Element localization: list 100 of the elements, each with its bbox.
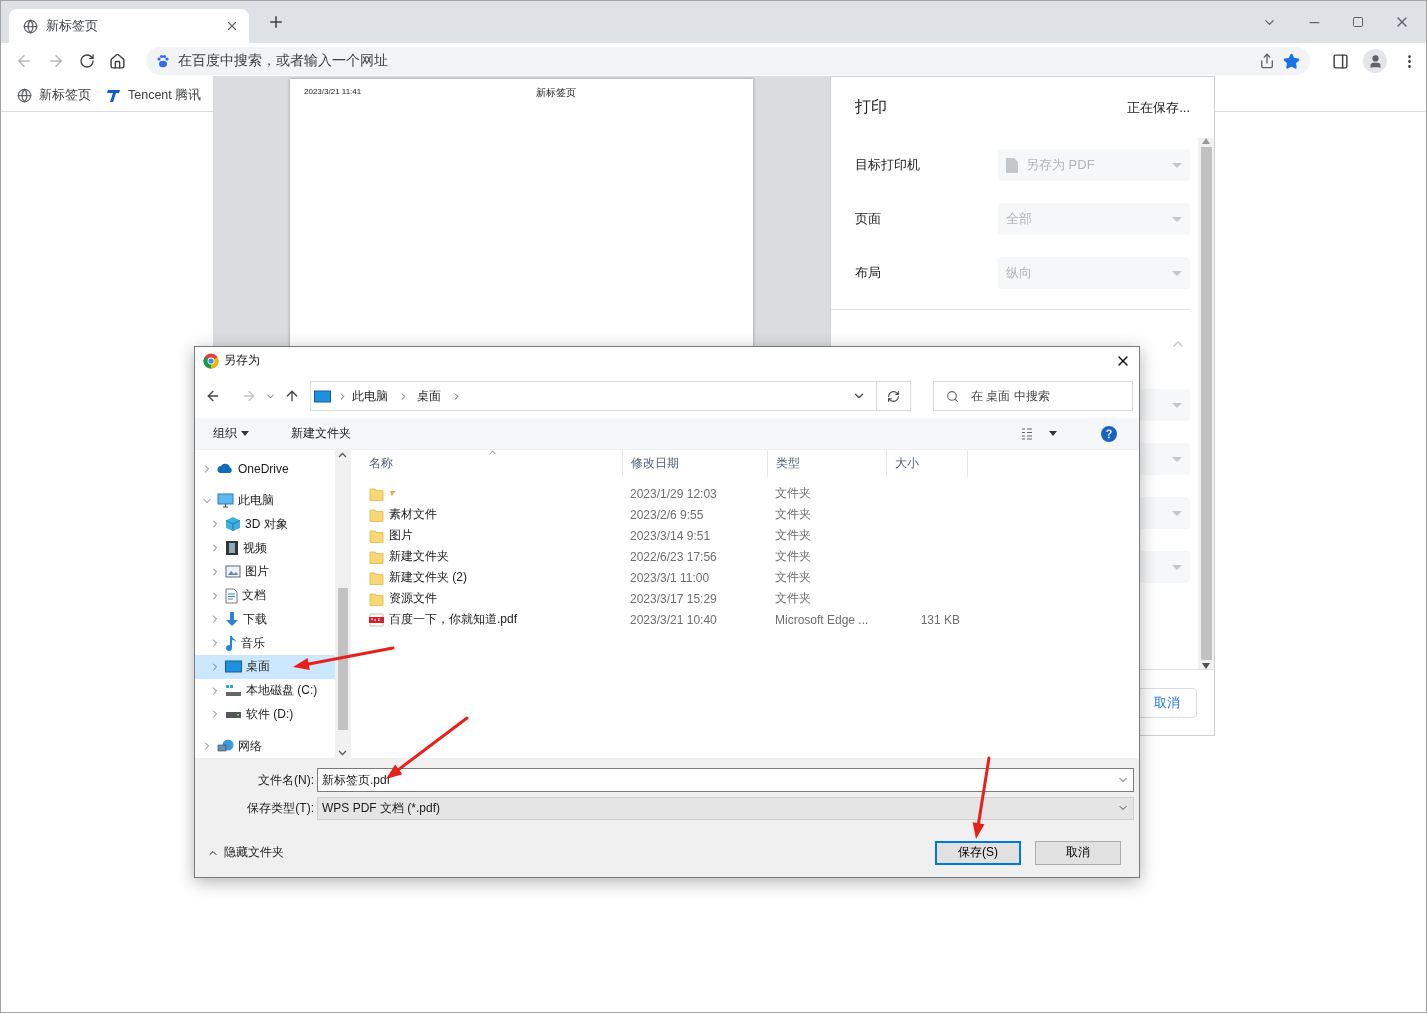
refresh-icon — [887, 389, 901, 403]
nav-item[interactable]: 网络 — [195, 734, 335, 759]
share-icon[interactable] — [1259, 53, 1275, 69]
nav-item[interactable]: 文档 — [195, 583, 335, 608]
setting-label: 目标打印机 — [855, 156, 921, 174]
file-icon — [1006, 157, 1018, 173]
file-row[interactable]: 资源文件 2023/3/17 15:29 文件夹 — [361, 588, 1139, 609]
dialog-title: 另存为 — [224, 352, 261, 369]
caret-icon — [241, 431, 249, 436]
nav-item[interactable]: 下载 — [195, 607, 335, 632]
page-date: 2023/3/21 11:41 — [304, 87, 362, 96]
document-icon — [225, 587, 238, 604]
file-row[interactable]: 新建文件夹 (2) 2023/3/1 11:00 文件夹 — [361, 567, 1139, 588]
type-cell-text: 文件夹 — [774, 527, 812, 544]
caret-icon — [1172, 564, 1182, 570]
bookmark-item[interactable]: Tencent 腾讯 — [107, 86, 202, 104]
filetype-label: 保存类型(T): — [246, 799, 315, 817]
profile-icon[interactable] — [1363, 49, 1387, 73]
type-cell-text: 文件夹 — [774, 590, 812, 607]
scroll-down-icon[interactable] — [1202, 663, 1210, 669]
nav-item[interactable]: 本地磁盘 (C:) — [195, 678, 335, 703]
caret-icon — [1172, 270, 1182, 276]
nav-item[interactable]: 此电脑 — [195, 488, 335, 513]
chrome-logo-icon — [203, 352, 219, 369]
scroll-up-icon[interactable] — [338, 452, 347, 458]
type-cell-text: 文件夹 — [774, 569, 812, 586]
nav-item[interactable]: OneDrive — [195, 457, 335, 481]
new-folder-button[interactable]: 新建文件夹 — [283, 425, 359, 442]
file-name: 素材文件 — [389, 506, 437, 523]
nav-item[interactable]: 桌面 — [195, 655, 335, 679]
type-cell-text: Microsoft Edge ... — [774, 612, 870, 627]
nav-item[interactable]: 图片 — [195, 560, 335, 584]
save-button[interactable]: 保存(S) — [935, 840, 1021, 865]
file-name: 新建文件夹 — [389, 548, 449, 565]
paw-icon — [156, 54, 170, 68]
new-tab-icon[interactable] — [267, 13, 285, 31]
date-cell-text: 2023/3/14 9:51 — [629, 528, 712, 543]
date-cell-text: 2023/3/1 11:00 — [629, 570, 711, 585]
cancel-button[interactable]: 取消 — [1137, 687, 1197, 718]
download-icon — [225, 611, 239, 628]
star-filled-icon[interactable] — [1283, 52, 1300, 70]
music-note-icon — [225, 635, 237, 652]
page-title: 新标签页 — [536, 86, 577, 100]
film-icon — [225, 540, 239, 557]
close-icon[interactable] — [225, 19, 239, 33]
breadcrumb-item[interactable]: 此电脑 — [352, 387, 388, 405]
nav-item[interactable]: 视频 — [195, 536, 335, 560]
setting-label: 布局 — [855, 264, 882, 282]
breadcrumb-item[interactable]: 桌面 — [417, 387, 441, 405]
reload-icon[interactable] — [79, 53, 95, 69]
back-icon[interactable] — [205, 388, 221, 404]
size-cell-text: 131 KB — [919, 612, 961, 627]
scroll-down-icon[interactable] — [338, 750, 347, 756]
up-icon[interactable] — [284, 388, 300, 404]
column-header[interactable]: 类型 — [768, 450, 887, 477]
cancel-button[interactable]: 取消 — [1035, 840, 1121, 865]
folder-icon — [369, 507, 384, 522]
search-field[interactable]: 在 桌面 中搜索 — [933, 381, 1133, 411]
caret-icon — [1172, 510, 1182, 516]
date-cell-text: 2023/2/6 9:55 — [629, 507, 705, 522]
date-cell-text: 2023/1/29 12:03 — [629, 486, 718, 501]
organize-menu[interactable]: 组织 — [205, 425, 257, 442]
column-header[interactable]: 大小 — [887, 450, 968, 477]
folder-icon — [369, 528, 384, 543]
caret-icon — [1172, 216, 1182, 222]
file-row[interactable]: 新建文件夹 2022/6/23 17:56 文件夹 — [361, 546, 1139, 567]
file-row[interactable]: 图片 2023/3/14 9:51 文件夹 — [361, 525, 1139, 546]
bookmark-item[interactable]: 新标签页 — [17, 86, 91, 104]
file-name: 新建文件夹 (2) — [389, 569, 467, 586]
view-options-icon[interactable] — [1022, 427, 1057, 440]
file-row[interactable]: 百度一下，你就知道.pdf 2023/3/21 10:40 Microsoft Edge ... 131 KB — [361, 609, 1139, 630]
maximize-icon[interactable] — [1352, 16, 1364, 28]
hide-folders-toggle[interactable]: 隐藏文件夹 — [207, 844, 284, 861]
scrollbar[interactable] — [1198, 138, 1214, 669]
column-header[interactable]: 修改日期 — [623, 450, 768, 477]
path-bar[interactable]: 此电脑 桌面 — [310, 381, 912, 411]
type-cell-text: 文件夹 — [774, 485, 812, 502]
address-bar[interactable]: 在百度中搜索，或者输入一个网址 — [146, 47, 1310, 75]
nav-item[interactable]: 3D 对象 — [195, 512, 335, 537]
filename-label: 文件名(N): — [257, 771, 315, 789]
filetype-dropdown[interactable]: WPS PDF 文档 (*.pdf) — [317, 796, 1134, 820]
column-header[interactable]: 名称 — [361, 450, 623, 477]
caret-icon — [1172, 402, 1182, 408]
file-row[interactable]: 2023/1/29 12:03 文件夹 — [361, 483, 1139, 504]
scrollbar[interactable] — [335, 450, 350, 758]
folder-icon — [369, 486, 384, 501]
side-panel-icon[interactable] — [1332, 52, 1349, 70]
help-icon[interactable] — [1101, 425, 1117, 442]
drive-icon — [225, 684, 242, 698]
picture-icon — [225, 565, 241, 579]
home-icon[interactable] — [109, 52, 126, 70]
nav-item[interactable]: 音乐 — [195, 631, 335, 656]
caret-icon — [1172, 456, 1182, 462]
browser-tab[interactable]: 新标签页 — [9, 9, 249, 43]
monitor-icon — [225, 660, 242, 674]
print-title: 打印 — [855, 97, 887, 117]
file-name: 资源文件 — [389, 590, 437, 607]
file-row[interactable]: 素材文件 2023/2/6 9:55 文件夹 — [361, 504, 1139, 525]
nav-item[interactable]: 软件 (D:) — [195, 702, 335, 727]
computer-icon — [217, 493, 234, 509]
